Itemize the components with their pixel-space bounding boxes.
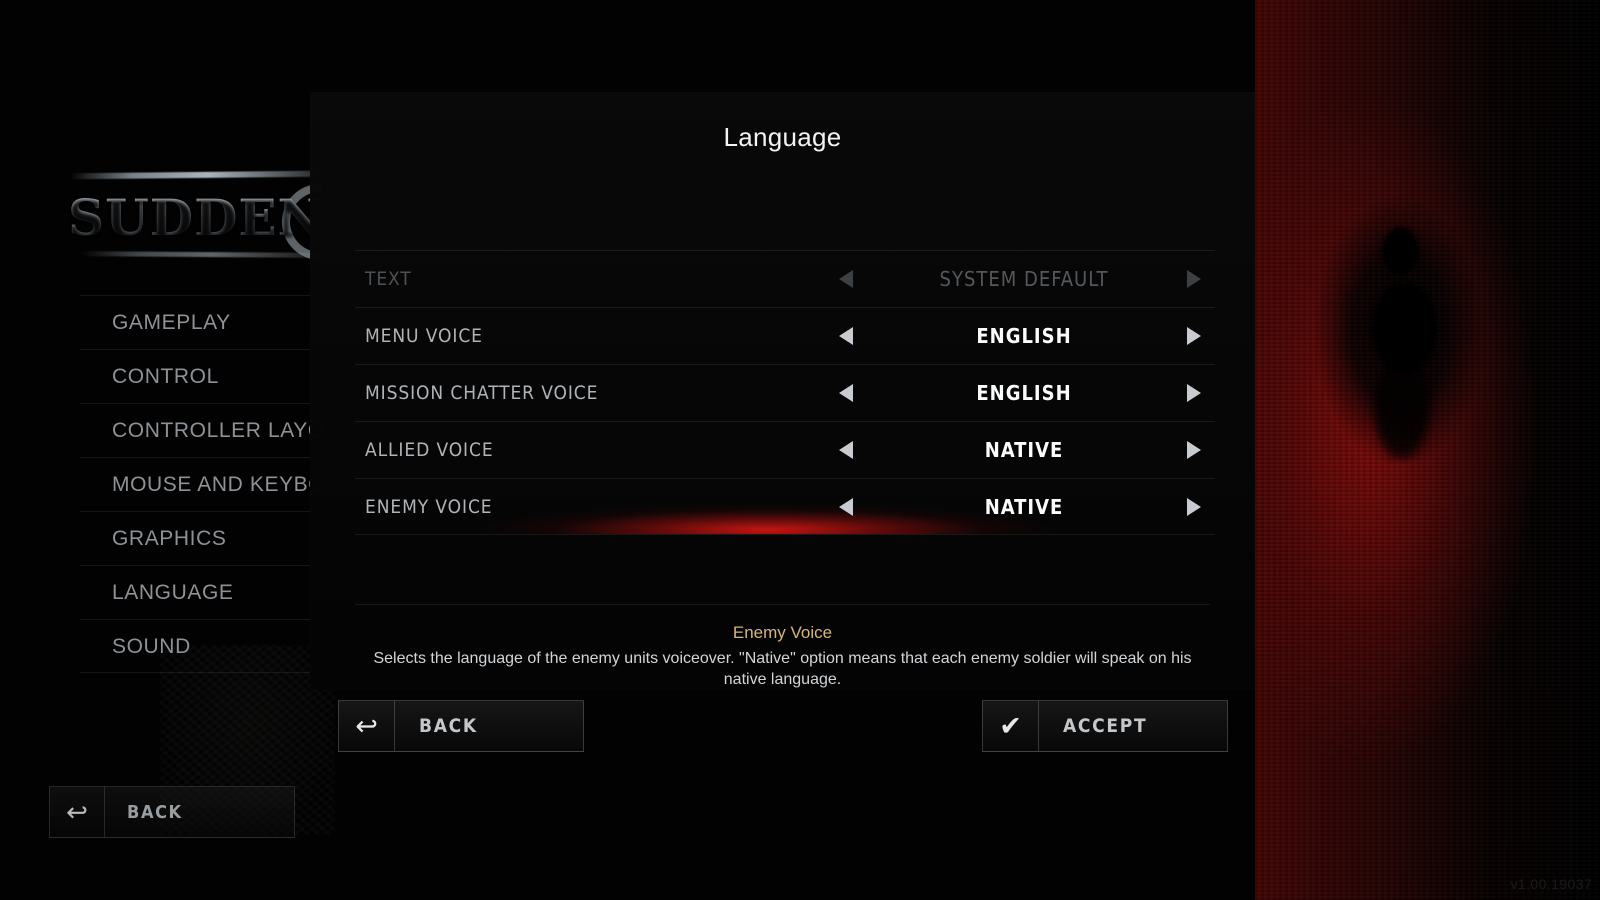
sidebar-item-label: SOUND bbox=[112, 635, 191, 658]
sidebar-back-button-label: BACK bbox=[127, 801, 183, 823]
setting-label: ENEMY VOICE bbox=[365, 495, 493, 518]
sidebar-item-label: GRAPHICS bbox=[112, 527, 227, 550]
settings-category-list: GAMEPLAY CONTROL CONTROLLER LAYOUT MOUSE… bbox=[80, 295, 322, 673]
sidebar-item-graphics[interactable]: GRAPHICS bbox=[80, 511, 322, 565]
arrow-right-icon[interactable] bbox=[1187, 384, 1201, 402]
sidebar-item-label: GAMEPLAY bbox=[112, 311, 231, 334]
setting-label: MENU VOICE bbox=[365, 325, 483, 347]
sidebar-item-label: MOUSE AND KEYBOARD bbox=[112, 473, 322, 496]
setting-row-enemy-voice[interactable]: ENEMY VOICE NATIVE bbox=[355, 478, 1215, 535]
checkmark-icon: ✔ bbox=[983, 701, 1039, 751]
sidebar-back-button[interactable]: ↩ BACK bbox=[49, 786, 295, 838]
logo-slash-bottom bbox=[79, 251, 321, 258]
setting-selector[interactable]: NATIVE bbox=[825, 422, 1215, 478]
accept-button-label: ACCEPT bbox=[1063, 715, 1148, 737]
logo-title: SUDDEN bbox=[68, 188, 322, 247]
setting-row-mission-chatter-voice[interactable]: MISSION CHATTER VOICE ENGLISH bbox=[355, 364, 1215, 421]
soldier-silhouette bbox=[1355, 220, 1450, 460]
settings-rows: TEXT SYSTEM DEFAULT MENU VOICE ENGLISH M… bbox=[355, 250, 1215, 535]
setting-label: TEXT bbox=[365, 268, 412, 290]
description-body: Selects the language of the enemy units … bbox=[373, 650, 1192, 689]
sidebar-item-sound[interactable]: SOUND bbox=[80, 619, 322, 673]
arrow-left-icon[interactable] bbox=[839, 441, 853, 459]
sidebar-item-label: LANGUAGE bbox=[112, 581, 234, 604]
back-arrow-icon: ↩ bbox=[339, 701, 395, 751]
sidebar-item-controller-layout[interactable]: CONTROLLER LAYOUT bbox=[80, 403, 322, 457]
arrow-left-icon[interactable] bbox=[839, 270, 853, 288]
sidebar-item-label: CONTROLLER LAYOUT bbox=[112, 419, 322, 442]
setting-row-text[interactable]: TEXT SYSTEM DEFAULT bbox=[355, 250, 1215, 307]
arrow-right-icon[interactable] bbox=[1187, 327, 1201, 345]
setting-selector[interactable]: ENGLISH bbox=[825, 365, 1215, 421]
accept-button[interactable]: ✔ ACCEPT bbox=[982, 700, 1228, 752]
setting-selector[interactable]: NATIVE bbox=[825, 479, 1215, 534]
setting-selector[interactable]: SYSTEM DEFAULT bbox=[825, 251, 1215, 307]
logo-slash-top bbox=[69, 170, 321, 180]
sidebar-item-label: CONTROL bbox=[112, 365, 219, 388]
version-label: v1.00.19037 bbox=[1510, 876, 1592, 892]
setting-value: NATIVE bbox=[984, 494, 1064, 519]
setting-value: NATIVE bbox=[984, 438, 1064, 462]
setting-value: ENGLISH bbox=[976, 324, 1072, 348]
setting-row-allied-voice[interactable]: ALLIED VOICE NATIVE bbox=[355, 421, 1215, 478]
language-settings-panel: Language TEXT SYSTEM DEFAULT MENU VOICE … bbox=[310, 92, 1255, 690]
arrow-right-icon[interactable] bbox=[1187, 497, 1201, 516]
setting-description: Enemy Voice Selects the language of the … bbox=[355, 604, 1210, 690]
arrow-right-icon[interactable] bbox=[1187, 270, 1201, 288]
back-arrow-icon: ↩ bbox=[50, 787, 105, 837]
arrow-left-icon[interactable] bbox=[839, 327, 853, 345]
description-title: Enemy Voice bbox=[732, 623, 833, 642]
sidebar-item-gameplay[interactable]: GAMEPLAY bbox=[80, 295, 322, 349]
setting-row-menu-voice[interactable]: MENU VOICE ENGLISH bbox=[355, 307, 1215, 364]
arrow-left-icon[interactable] bbox=[839, 497, 853, 516]
page-title: Language bbox=[723, 122, 842, 152]
game-logo: SUDDEN bbox=[60, 148, 322, 280]
sidebar-item-mouse-and-keyboard[interactable]: MOUSE AND KEYBOARD bbox=[80, 457, 322, 511]
sidebar-item-language[interactable]: LANGUAGE bbox=[80, 565, 322, 619]
back-button[interactable]: ↩ BACK bbox=[338, 700, 584, 752]
sidebar-item-control[interactable]: CONTROL bbox=[80, 349, 322, 403]
setting-value: ENGLISH bbox=[976, 381, 1072, 405]
setting-selector[interactable]: ENGLISH bbox=[825, 308, 1215, 364]
back-button-label: BACK bbox=[419, 715, 478, 737]
setting-label: ALLIED VOICE bbox=[365, 439, 494, 461]
main-menu-column: SUDDEN GAMEPLAY CONTROL CONTROLLER LAYOU… bbox=[0, 0, 322, 900]
arrow-left-icon[interactable] bbox=[839, 384, 853, 402]
arrow-right-icon[interactable] bbox=[1187, 441, 1201, 459]
setting-value: SYSTEM DEFAULT bbox=[939, 267, 1109, 291]
setting-label: MISSION CHATTER VOICE bbox=[365, 382, 599, 404]
